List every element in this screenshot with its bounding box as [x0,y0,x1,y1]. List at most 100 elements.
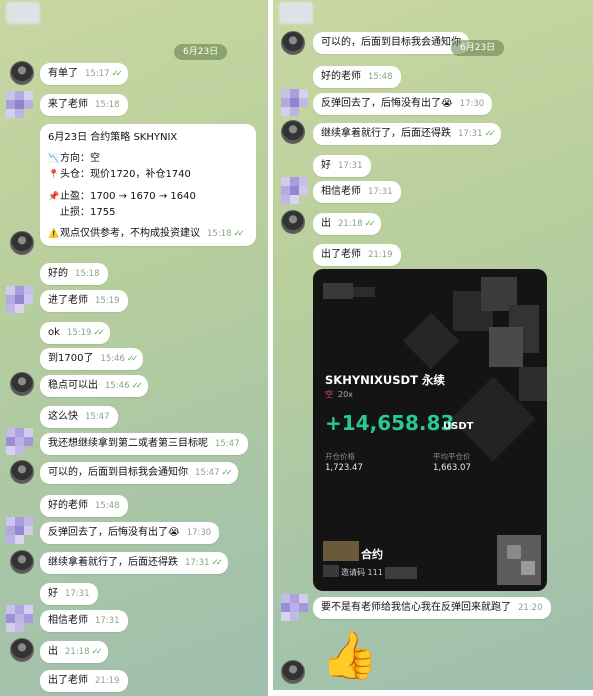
message-bubble[interactable]: 继续拿着就行了，后面还得跌 17:31 ✓✓ [40,552,228,574]
invite-code: 邀请码 111 [341,568,383,577]
strategy-card[interactable]: 6月23日 合约策略 SKHYNIX 📉方向：空 📍头仓：现价1720，补仓17… [40,124,256,246]
pnl-pair: SKHYNIXUSDT 永续 [325,373,445,387]
message-time: 15:47 [195,468,220,478]
message-bubble[interactable]: 有单了 15:17 ✓✓ [40,63,128,85]
message-bubble[interactable]: 好 17:31 [40,583,98,605]
message-bubble[interactable]: 可以的，后面到目标我会通知你 [313,32,469,54]
message-time: 15:46 [100,354,125,364]
message-bubble[interactable]: 这么快 15:47 [40,406,118,428]
pushpin-icon: 📌 [48,192,60,202]
blurred-brand-logo [323,541,359,561]
message-bubble[interactable]: ok 15:19 ✓✓ [40,322,110,344]
message-time: 15:48 [368,72,393,82]
message-bubble[interactable]: 好的 15:18 [40,263,108,285]
pixelated-avatar[interactable] [281,89,309,116]
message-time: 17:31 [95,616,120,626]
strategy-entry: 头仓：现价1720，补仓1740 [60,169,191,180]
read-check-icon: ✓✓ [91,647,103,657]
message-bubble[interactable]: 反弹回去了，后悔没有出了😭 17:30 [313,93,493,115]
message-bubble[interactable]: 好的老师 15:48 [313,66,401,88]
avatar[interactable] [10,550,34,574]
brand-label: 合约 [361,548,383,561]
warning-icon: ⚠️ [48,229,60,239]
pixelated-avatar[interactable] [281,594,309,621]
message-bubble[interactable]: 出了老师 21:19 [313,244,401,266]
pnl-screenshot-card[interactable]: SKHYNIXUSDT 永续 空 20x +14,658.83 USDT 开仓价格… [313,269,547,591]
message-time: 15:19 [66,328,92,338]
message-time: 17:31 [458,129,483,139]
message-time: 17:30 [459,99,485,109]
message-time: 17:31 [185,558,210,568]
pixelated-avatar[interactable] [281,177,309,204]
message-bubble[interactable]: 可以的，后面到目标我会通知你 15:47 ✓✓ [40,462,238,484]
strategy-stop-loss: 止损：1755 [60,207,116,218]
avatar[interactable] [281,660,305,684]
message-bubble[interactable]: 稳点可以出 15:46 ✓✓ [40,375,148,397]
message-time: 21:19 [368,250,393,260]
read-check-icon: ✓✓ [364,219,376,229]
strategy-note: 观点仅供参考，不构成投资建议 [60,228,200,239]
pnl-amount: +14,658.83 [325,411,455,435]
message-time: 21:18 [338,219,363,229]
message-bubble[interactable]: 反弹回去了，后悔没有出了😭 17:30 [40,522,220,544]
avatar[interactable] [10,372,34,396]
open-price-label: 开仓价格 [325,452,355,461]
message-bubble[interactable]: 好的老师 15:48 [40,495,128,517]
blurred-qr-code [497,535,541,585]
read-check-icon: ✓✓ [233,229,245,239]
message-bubble[interactable]: 来了老师 15:18 [40,94,128,116]
avatar[interactable] [281,120,305,144]
message-bubble[interactable]: 相信老师 17:31 [313,181,401,203]
chat-panel-left: 6月23日 有单了 15:17 ✓✓ 来了老师 15:18 6月23日 合约策略 SK… [0,0,268,696]
message-bubble[interactable]: 要不是有老师给我信心我在反弹回来就跑了 21:20 [313,597,551,619]
message-time: 15:18 [75,269,100,279]
avatar[interactable] [10,61,34,85]
close-price-value: 1,663.07 [433,463,471,473]
message-bubble[interactable]: 到1700了 15:46 ✓✓ [40,348,144,370]
thumbs-up-sticker[interactable]: 👍 [321,630,378,680]
avatar[interactable] [281,210,305,234]
pnl-side: 空 [325,390,333,399]
read-check-icon: ✓✓ [211,558,223,568]
message-bubble[interactable]: 进了老师 15:19 [40,290,128,312]
message-time: 15:17 [85,69,110,79]
chat-panel-right: 可以的，后面到目标我会通知你 6月23日 好的老师 15:48 反弹回去了，后悔没… [273,0,593,690]
message-bubble[interactable]: 出 21:18 ✓✓ [313,213,381,235]
message-bubble[interactable]: 相信老师 17:31 [40,610,128,632]
message-bubble[interactable]: 好 17:31 [313,155,371,177]
message-time: 15:47 [85,412,110,422]
open-price-value: 1,723.47 [325,463,363,473]
blurred-header [279,2,313,24]
read-check-icon: ✓✓ [484,129,496,139]
pixelated-avatar[interactable] [6,605,34,632]
avatar[interactable] [281,31,305,55]
blurred-header [6,2,40,24]
pixelated-avatar[interactable] [6,91,34,118]
message-time: 15:46 [105,381,130,391]
message-bubble[interactable]: 我还想继续拿到第二或者第三目标呢 15:47 [40,433,248,455]
message-bubble[interactable]: 继续拿着就行了，后面还得跌 17:31 ✓✓ [313,123,501,145]
chart-down-icon: 📉 [48,154,60,164]
avatar[interactable] [10,231,34,255]
pixelated-avatar[interactable] [6,286,34,313]
message-time: 17:30 [186,528,212,538]
avatar[interactable] [10,638,34,662]
strategy-header: 6月23日 合约策略 SKHYNIX [48,132,178,143]
pnl-unit: USDT [443,421,474,432]
close-price-label: 平均平仓价 [433,452,471,461]
strategy-take-profit: 止盈：1700 → 1670 → 1640 [60,191,196,202]
message-bubble[interactable]: 出 21:18 ✓✓ [40,641,108,663]
pixelated-avatar[interactable] [6,428,34,455]
read-check-icon: ✓✓ [93,328,104,338]
message-time: 15:19 [95,296,120,306]
read-check-icon: ✓✓ [221,468,233,478]
pnl-leverage: 20x [338,390,353,399]
message-time: 17:31 [368,187,393,197]
pin-icon: 📍 [48,170,60,180]
read-check-icon: ✓✓ [126,354,138,364]
avatar[interactable] [10,460,34,484]
message-bubble[interactable]: 出了老师 21:19 [40,670,128,692]
message-time: 21:19 [95,676,120,686]
pixelated-avatar[interactable] [6,517,34,544]
strategy-direction: 方向：空 [60,153,100,164]
